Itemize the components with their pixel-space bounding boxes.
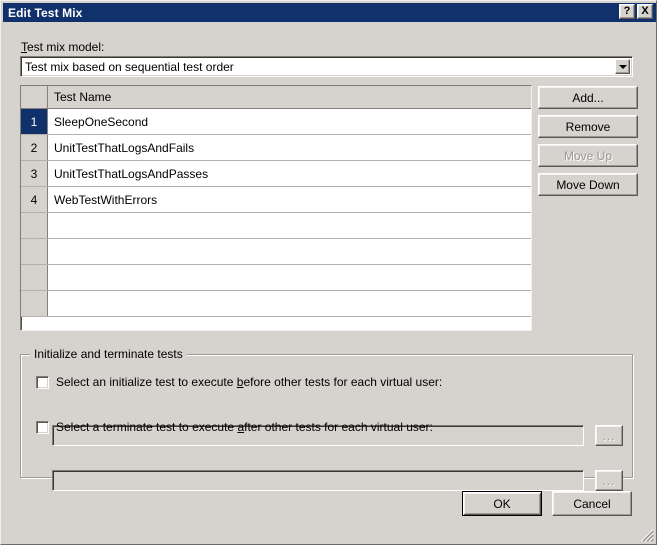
terminate-label-part2: fter other tests for each virtual user:	[244, 420, 433, 434]
groupbox-legend: Initialize and terminate tests	[30, 347, 187, 361]
terminate-test-checkbox[interactable]	[36, 420, 49, 434]
cancel-button[interactable]: Cancel	[552, 491, 632, 516]
terminate-test-checkbox-row[interactable]: Select a terminate test to execute after…	[36, 420, 433, 434]
row-header-cell[interactable]: 3	[21, 161, 48, 186]
remove-button[interactable]: Remove	[538, 115, 638, 138]
title-bar[interactable]: Edit Test Mix ? X	[3, 3, 656, 22]
grid-header-row: Test Name	[21, 86, 531, 109]
terminate-test-field	[52, 470, 584, 491]
row-header-cell[interactable]: 4	[21, 187, 48, 212]
test-list-grid[interactable]: Test Name 1 SleepOneSecond 2 UnitTestTha…	[20, 85, 532, 331]
table-row[interactable]: 1 SleepOneSecond	[21, 109, 531, 135]
initialize-test-checkbox-row[interactable]: Select an initialize test to execute bef…	[36, 375, 442, 389]
row-test-name-cell[interactable]: UnitTestThatLogsAndFails	[48, 135, 531, 160]
dialog-client-area: Test mix model: Test mix based on sequen…	[3, 23, 656, 544]
test-mix-model-label-text: est mix model:	[27, 40, 105, 54]
initialize-test-label: Select an initialize test to execute bef…	[56, 375, 442, 389]
row-header-cell[interactable]	[21, 239, 48, 264]
row-header-cell[interactable]	[21, 265, 48, 290]
grid-header-test-name: Test Name	[48, 86, 531, 108]
row-test-name-cell[interactable]: WebTestWithErrors	[48, 187, 531, 212]
table-row-empty[interactable]	[21, 265, 531, 291]
table-row-empty[interactable]	[21, 213, 531, 239]
table-row-empty[interactable]	[21, 291, 531, 317]
test-mix-model-combobox[interactable]: Test mix based on sequential test order	[20, 56, 633, 77]
grid-header-rownum	[21, 86, 48, 108]
chevron-down-icon[interactable]	[615, 59, 630, 74]
move-down-button[interactable]: Move Down	[538, 173, 638, 196]
test-mix-model-label: Test mix model:	[21, 40, 104, 54]
terminate-test-label: Select a terminate test to execute after…	[56, 420, 433, 434]
chevron-down-glyph	[618, 64, 627, 69]
initialize-test-checkbox[interactable]	[36, 375, 49, 389]
row-header-cell[interactable]: 2	[21, 135, 48, 160]
initialize-label-part1: Select an initialize test to execute	[56, 375, 237, 389]
resize-grip-icon[interactable]	[639, 527, 655, 543]
row-header-cell[interactable]	[21, 291, 48, 316]
test-mix-model-value: Test mix based on sequential test order	[25, 59, 234, 74]
add-button[interactable]: Add...	[538, 86, 638, 109]
initialize-browse-button: ...	[595, 425, 623, 446]
row-header-cell[interactable]: 1	[21, 109, 48, 134]
move-up-button: Move Up	[538, 144, 638, 167]
row-test-name-cell[interactable]	[48, 265, 531, 290]
help-icon[interactable]: ?	[619, 4, 635, 19]
table-row[interactable]: 3 UnitTestThatLogsAndPasses	[21, 161, 531, 187]
row-test-name-cell[interactable]	[48, 291, 531, 316]
initialize-terminate-groupbox	[20, 354, 633, 478]
ok-button[interactable]: OK	[462, 491, 542, 516]
table-row-empty[interactable]	[21, 239, 531, 265]
row-test-name-cell[interactable]: UnitTestThatLogsAndPasses	[48, 161, 531, 186]
row-test-name-cell[interactable]	[48, 239, 531, 264]
edit-test-mix-dialog: Edit Test Mix ? X Test mix model: Test m…	[0, 0, 657, 545]
row-header-cell[interactable]	[21, 213, 48, 238]
table-row[interactable]: 4 WebTestWithErrors	[21, 187, 531, 213]
row-test-name-cell[interactable]	[48, 213, 531, 238]
terminate-browse-button: ...	[595, 470, 623, 491]
table-row[interactable]: 2 UnitTestThatLogsAndFails	[21, 135, 531, 161]
window-title: Edit Test Mix	[8, 5, 83, 20]
terminate-label-part1: Select a terminate test to execute	[56, 420, 238, 434]
initialize-label-part2: efore other tests for each virtual user:	[243, 375, 443, 389]
row-test-name-cell[interactable]: SleepOneSecond	[48, 109, 531, 134]
close-icon[interactable]: X	[637, 4, 653, 19]
titlebar-button-group: ? X	[619, 4, 653, 19]
